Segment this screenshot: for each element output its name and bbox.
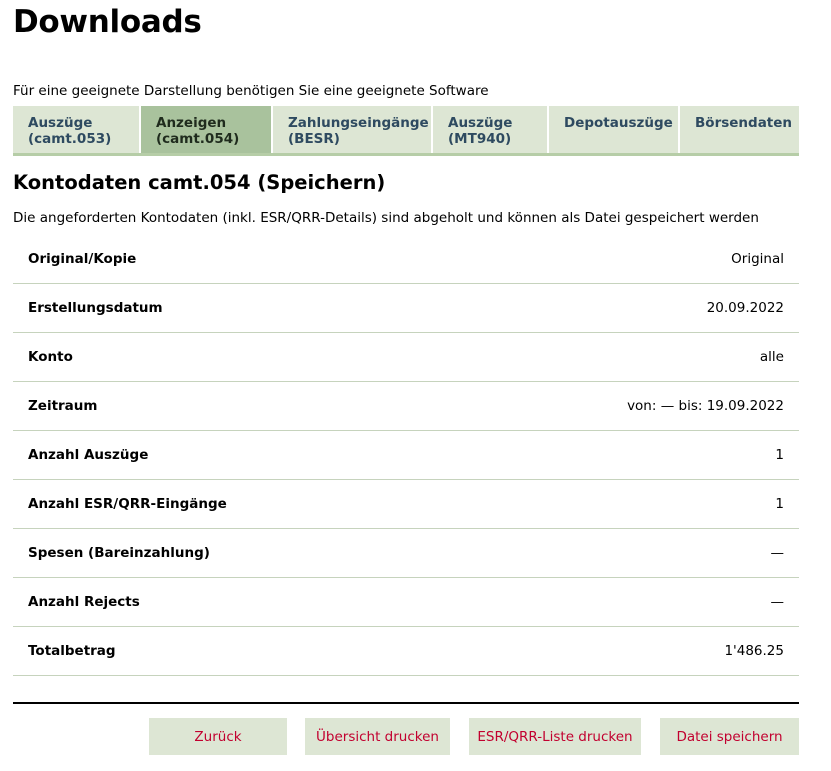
detail-value: 20.09.2022 xyxy=(706,300,784,316)
detail-value: — xyxy=(770,594,785,610)
tab-label-line2: (camt.053) xyxy=(28,131,112,147)
tab-label-line2: (MT940) xyxy=(448,131,512,147)
detail-row-anzahl-rejects: Anzahl Rejects — xyxy=(13,578,799,627)
tab-auszuege-mt940[interactable]: Auszüge (MT940) xyxy=(433,106,549,153)
tab-boersendaten[interactable]: Börsendaten xyxy=(680,106,799,153)
print-overview-button[interactable]: Übersicht drucken xyxy=(305,718,450,755)
detail-label: Konto xyxy=(28,349,73,365)
page-title: Downloads xyxy=(13,4,202,40)
detail-label: Original/Kopie xyxy=(28,251,137,267)
tab-anzeigen-camt054[interactable]: Anzeigen (camt.054) xyxy=(141,106,273,153)
detail-label: Anzahl Auszüge xyxy=(28,447,149,463)
details-table: Original/Kopie Original Erstellungsdatum… xyxy=(13,235,799,676)
detail-value: 1'486.25 xyxy=(724,643,784,659)
tab-label-line1: Depotauszüge xyxy=(564,115,673,131)
save-file-button[interactable]: Datei speichern xyxy=(660,718,799,755)
detail-label: Anzahl ESR/QRR-Eingänge xyxy=(28,496,227,512)
tab-auszuege-camt053[interactable]: Auszüge (camt.053) xyxy=(13,106,141,153)
detail-row-original-kopie: Original/Kopie Original xyxy=(13,235,799,284)
tab-zahlungseingaenge-besr[interactable]: Zahlungseingänge (BESR) xyxy=(273,106,433,153)
section-description: Die angeforderten Kontodaten (inkl. ESR/… xyxy=(13,210,759,226)
back-button[interactable]: Zurück xyxy=(149,718,287,755)
tab-label-line1: Zahlungseingänge xyxy=(288,115,429,131)
tab-label-line2: (BESR) xyxy=(288,131,340,147)
tab-label-line1: Börsendaten xyxy=(695,115,793,131)
detail-label: Anzahl Rejects xyxy=(28,594,140,610)
tab-label-line2: (camt.054) xyxy=(156,131,240,147)
tab-label-line1: Anzeigen xyxy=(156,115,227,131)
detail-label: Spesen (Bareinzahlung) xyxy=(28,545,210,561)
tab-bar: Auszüge (camt.053) Anzeigen (camt.054) Z… xyxy=(13,106,799,156)
detail-row-spesen: Spesen (Bareinzahlung) — xyxy=(13,529,799,578)
footer-divider xyxy=(13,702,799,704)
detail-label: Zeitraum xyxy=(28,398,98,414)
detail-label: Totalbetrag xyxy=(28,643,116,659)
tab-depotauszuege[interactable]: Depotauszüge xyxy=(549,106,680,153)
tab-label-line1: Auszüge xyxy=(28,115,93,131)
detail-row-anzahl-esr-qrr-eingaenge: Anzahl ESR/QRR-Eingänge 1 xyxy=(13,480,799,529)
software-hint: Für eine geeignete Darstellung benötigen… xyxy=(13,83,489,99)
print-esr-qrr-list-button[interactable]: ESR/QRR-Liste drucken xyxy=(469,718,641,755)
detail-value: 1 xyxy=(775,496,784,512)
detail-row-zeitraum: Zeitraum von: — bis: 19.09.2022 xyxy=(13,382,799,431)
detail-value: alle xyxy=(759,349,784,365)
detail-value: von: — bis: 19.09.2022 xyxy=(627,398,784,414)
detail-label: Erstellungsdatum xyxy=(28,300,163,316)
detail-value: — xyxy=(770,545,785,561)
detail-row-totalbetrag: Totalbetrag 1'486.25 xyxy=(13,627,799,676)
detail-row-erstellungsdatum: Erstellungsdatum 20.09.2022 xyxy=(13,284,799,333)
section-title: Kontodaten camt.054 (Speichern) xyxy=(13,171,386,194)
detail-row-konto: Konto alle xyxy=(13,333,799,382)
tab-label-line1: Auszüge xyxy=(448,115,513,131)
detail-row-anzahl-auszuege: Anzahl Auszüge 1 xyxy=(13,431,799,480)
detail-value: 1 xyxy=(775,447,784,463)
detail-value: Original xyxy=(731,251,784,267)
